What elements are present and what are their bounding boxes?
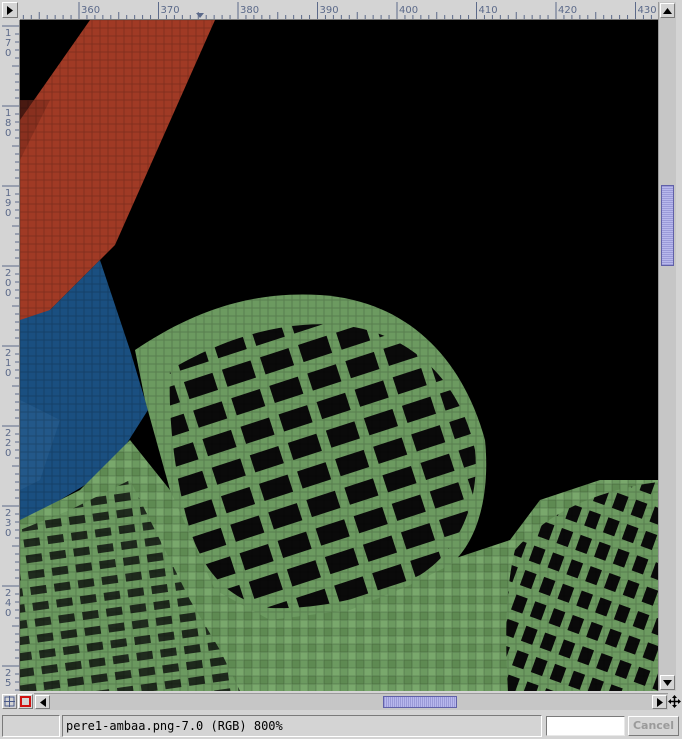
cancel-button[interactable]: Cancel	[628, 716, 679, 736]
image-info-label: pere1-ambaa.png-7.0 (RGB) 800%	[62, 715, 542, 737]
ruler-label: 410	[479, 5, 498, 16]
vertical-scroll-thumb[interactable]	[661, 185, 674, 266]
image-window: 360 370 380 390 400 410 420 430 170180190200210…	[0, 0, 682, 739]
scroll-down-button[interactable]	[660, 675, 675, 690]
navigate-icon	[4, 696, 15, 707]
ruler-label: 0	[5, 528, 11, 539]
navigate-button[interactable]	[2, 694, 17, 709]
arrow-up-icon	[663, 7, 672, 14]
ruler-label: 0	[5, 448, 11, 459]
vertical-ruler[interactable]: 17018019020021022023024025	[2, 20, 20, 691]
ruler-label: 370	[161, 5, 180, 16]
move-cross-button[interactable]	[668, 695, 681, 708]
status-bar: pere1-ambaa.png-7.0 (RGB) 800% Cancel	[0, 713, 682, 739]
horizontal-ruler[interactable]: 360 370 380 390 400 410 420 430	[20, 2, 658, 20]
progress-bar	[546, 716, 625, 736]
ruler-label: 360	[81, 5, 100, 16]
vertical-ruler-ticks: 17018019020021022023024025	[2, 25, 19, 691]
bottom-controls	[0, 693, 682, 711]
ruler-label: 420	[558, 5, 577, 16]
ruler-pointer-marker	[196, 13, 204, 18]
ruler-label: 380	[240, 5, 259, 16]
scroll-up-button[interactable]	[660, 3, 675, 18]
pointer-coordinates	[2, 715, 60, 737]
horizontal-scroll-thumb[interactable]	[383, 696, 457, 708]
ruler-label: 390	[320, 5, 339, 16]
ruler-label: 400	[399, 5, 418, 16]
ruler-label: 0	[5, 608, 11, 619]
ruler-label: 0	[5, 208, 11, 219]
move-cross-icon	[668, 695, 681, 708]
image-canvas[interactable]	[20, 20, 658, 691]
image-content	[20, 20, 658, 691]
ruler-label: 0	[5, 368, 11, 379]
ruler-label: 0	[5, 128, 11, 139]
horizontal-ruler-ticks: 360 370 380 390 400 410 420 430	[22, 2, 657, 19]
ruler-label: 5	[5, 678, 11, 689]
arrow-left-icon	[39, 697, 46, 707]
horizontal-scrollbar[interactable]	[34, 693, 668, 710]
ruler-label: 0	[5, 48, 11, 59]
scroll-right-button[interactable]	[652, 695, 667, 709]
scroll-left-button[interactable]	[35, 695, 50, 709]
quickmask-toggle[interactable]	[18, 694, 33, 709]
arrow-right-icon	[656, 697, 663, 707]
image-menu-button[interactable]	[2, 2, 18, 18]
ruler-label: 430	[638, 5, 657, 16]
arrow-down-icon	[663, 679, 672, 686]
quickmask-icon	[20, 696, 31, 707]
arrow-right-icon	[7, 5, 13, 15]
vertical-scrollbar[interactable]	[658, 2, 676, 691]
ruler-label: 0	[5, 288, 11, 299]
